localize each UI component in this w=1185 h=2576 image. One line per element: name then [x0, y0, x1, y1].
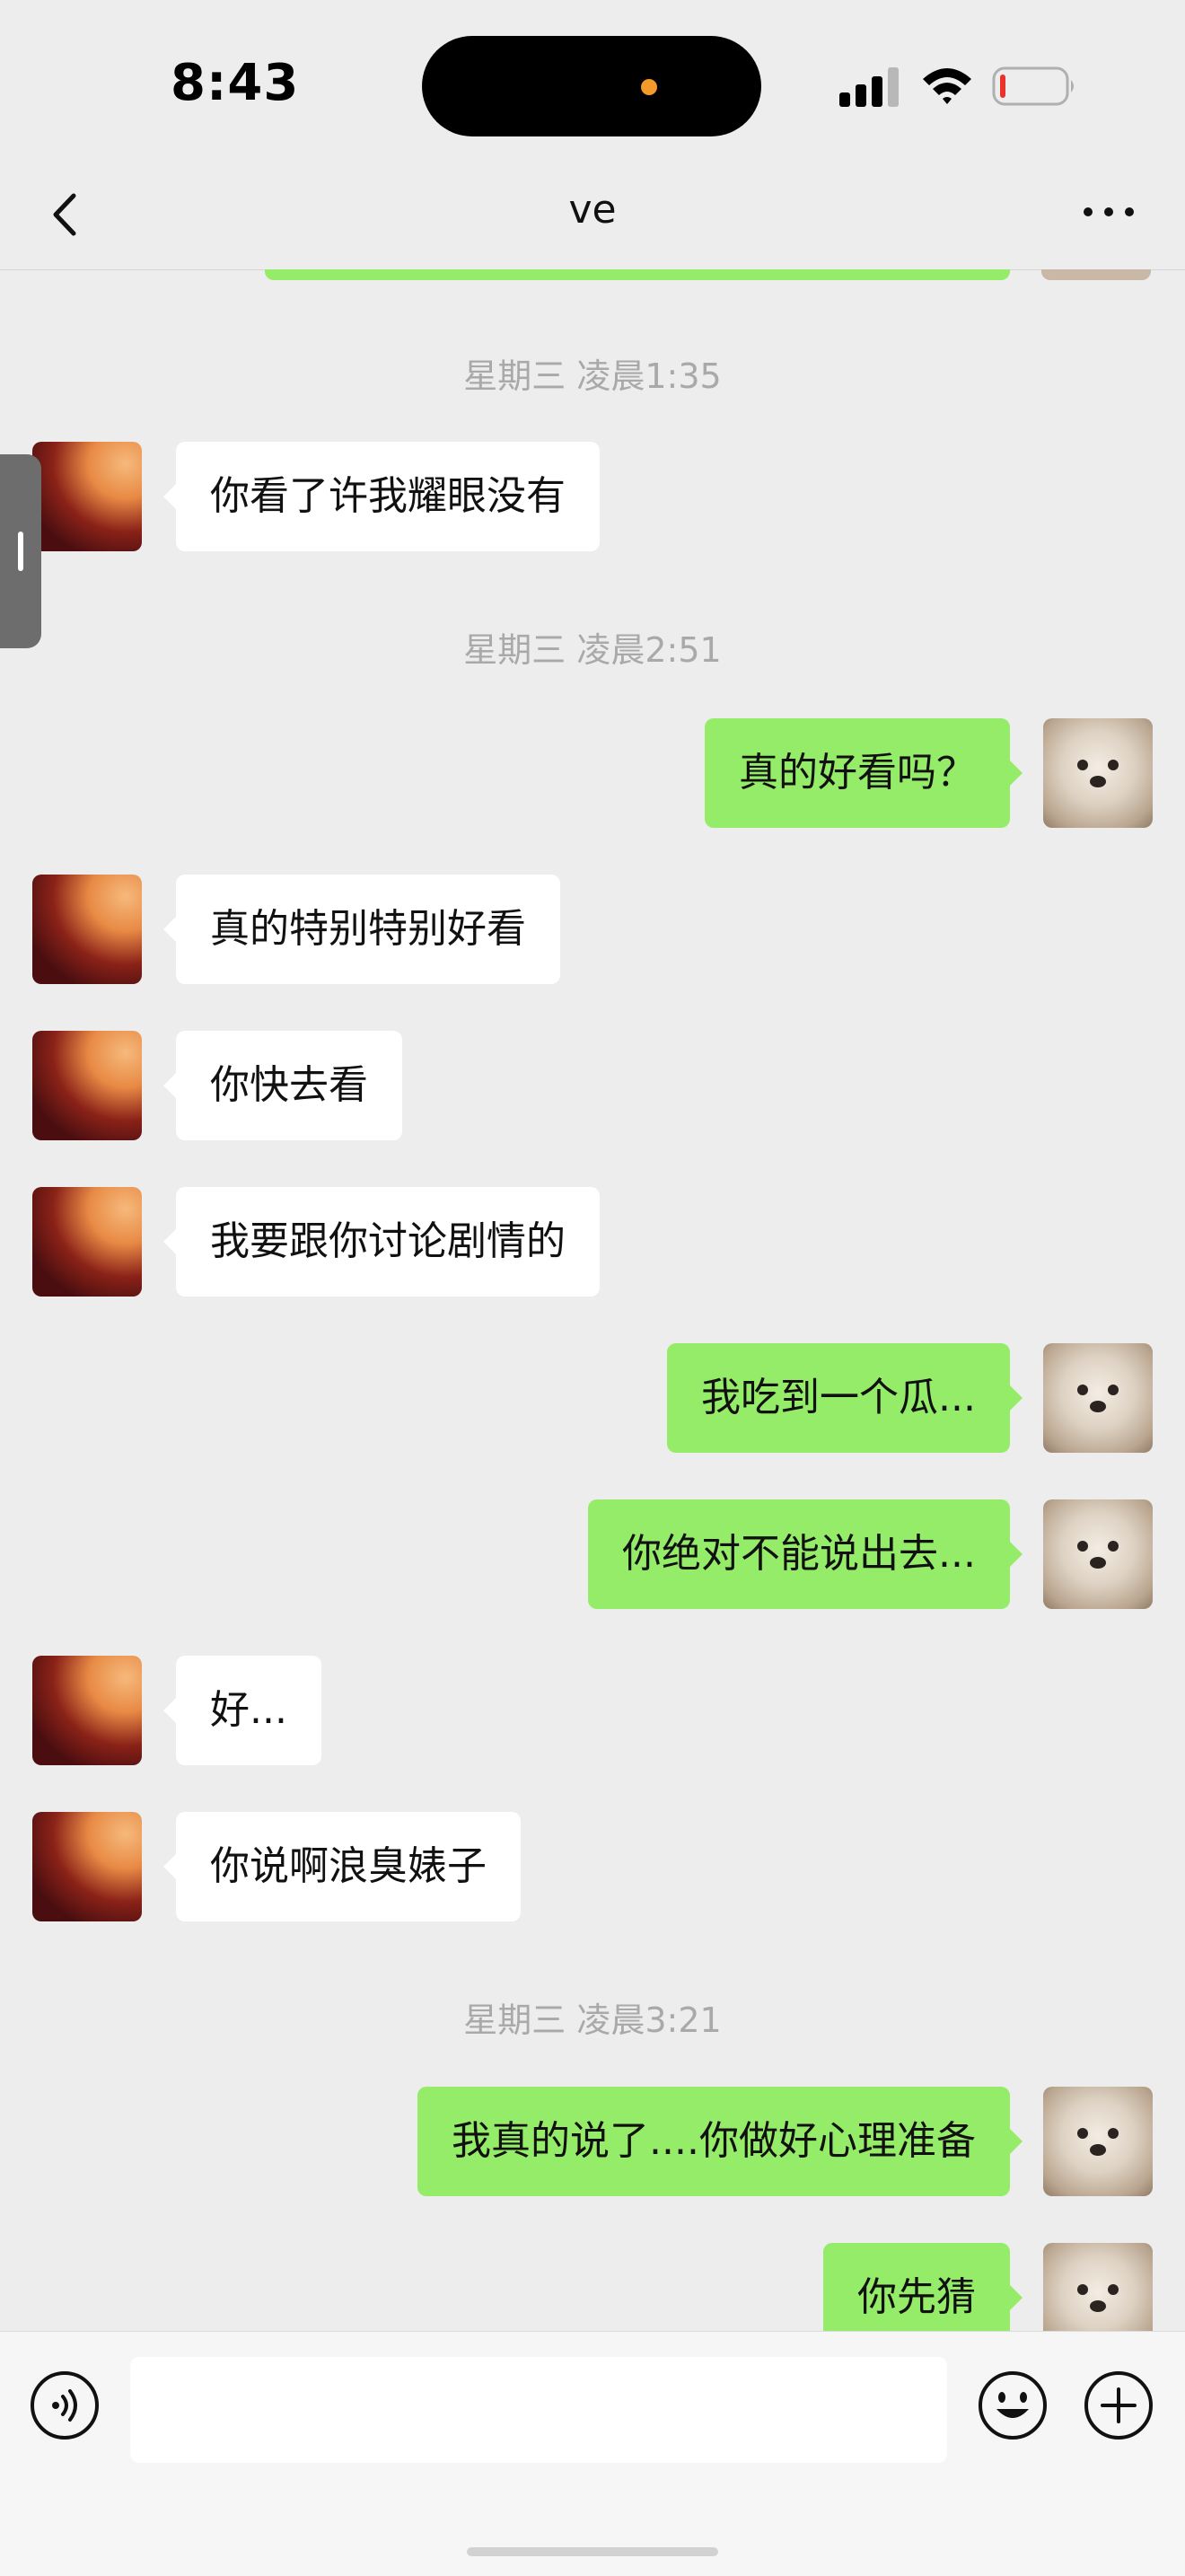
message-bubble-sent[interactable]: 我吃到一个瓜... — [667, 1343, 1023, 1453]
avatar-self[interactable] — [1043, 2087, 1153, 2196]
message-bubble-sent[interactable]: 你绝对不能说出去... — [588, 1499, 1023, 1609]
message-bubble-sent[interactable]: 真的好看吗？ — [705, 718, 1023, 828]
timestamp: 星期三 凌晨3:21 — [463, 2000, 722, 2040]
avatar-self[interactable] — [1043, 1343, 1153, 1453]
privacy-indicator-icon — [641, 79, 657, 95]
timestamp: 星期三 凌晨2:51 — [463, 630, 722, 670]
message-bubble-received[interactable]: 真的特别特别好看 — [163, 875, 560, 984]
plus-icon[interactable] — [1083, 2369, 1154, 2441]
message-bubble-received[interactable]: 你看了许我耀眼没有 — [163, 442, 600, 551]
avatar-self-partial — [1041, 269, 1151, 280]
avatar-self[interactable] — [1043, 1499, 1153, 1609]
timestamp: 星期三 凌晨1:35 — [463, 356, 722, 396]
avatar-contact[interactable] — [32, 1187, 142, 1297]
more-options-button[interactable] — [1077, 194, 1140, 230]
chat-title: ve — [568, 187, 617, 233]
message-list[interactable]: 星期三 凌晨1:35 你看了许我耀眼没有 星期三 凌晨2:51 真的好看吗？ 真… — [0, 269, 1185, 2331]
message-bubble-sent[interactable]: 你先猜 — [823, 2243, 1023, 2331]
emoji-icon[interactable] — [977, 2369, 1049, 2441]
signal-icon — [839, 67, 899, 107]
avatar-contact[interactable] — [32, 442, 142, 551]
battery-low-icon — [992, 66, 1074, 106]
avatar-contact[interactable] — [32, 1812, 142, 1921]
message-bubble-sent[interactable]: 我真的说了....你做好心理准备 — [417, 2087, 1023, 2196]
message-input[interactable] — [130, 2357, 947, 2463]
avatar-self[interactable] — [1043, 2243, 1153, 2331]
avatar-self[interactable] — [1043, 718, 1153, 828]
dynamic-island — [422, 36, 761, 136]
message-bubble-received[interactable]: 你快去看 — [163, 1031, 402, 1140]
status-bar: 8:43 — [0, 0, 1185, 162]
voice-icon[interactable] — [29, 2369, 101, 2441]
chat-header: ve — [0, 162, 1185, 270]
message-bubble-partial — [265, 269, 1010, 280]
avatar-contact[interactable] — [32, 875, 142, 984]
avatar-contact[interactable] — [32, 1656, 142, 1765]
message-bubble-received[interactable]: 我要跟你讨论剧情的 — [163, 1187, 600, 1297]
status-time: 8:43 — [171, 54, 300, 112]
input-bar — [0, 2331, 1185, 2576]
grip-icon — [18, 532, 23, 571]
avatar-contact[interactable] — [32, 1031, 142, 1140]
side-drawer-handle[interactable] — [0, 454, 41, 648]
wifi-icon — [923, 68, 971, 104]
message-bubble-received[interactable]: 好... — [163, 1656, 321, 1765]
message-bubble-received[interactable]: 你说啊浪臭婊子 — [163, 1812, 521, 1921]
home-indicator[interactable] — [467, 2547, 718, 2556]
